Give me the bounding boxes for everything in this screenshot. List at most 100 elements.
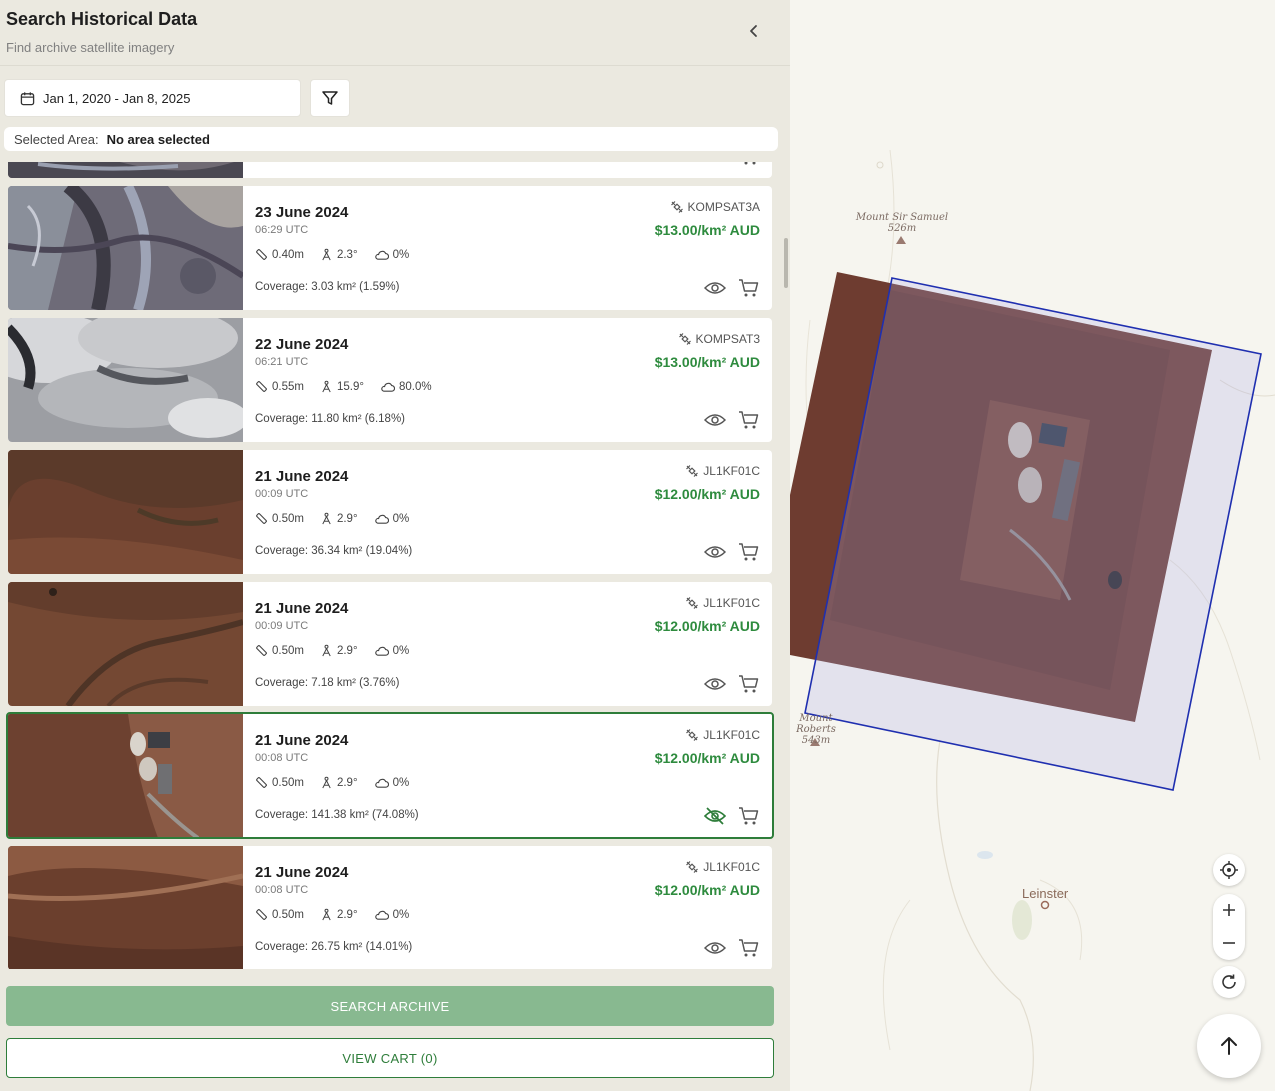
result-satellite: JL1KF01C	[685, 464, 760, 478]
result-time: 06:21 UTC	[255, 356, 309, 368]
search-panel: Search Historical Data Find archive sate…	[0, 0, 790, 1091]
toggle-visibility-button[interactable]	[703, 541, 727, 563]
satellite-name: JL1KF01C	[703, 860, 760, 874]
add-to-cart-button[interactable]	[737, 162, 761, 168]
result-angle: 2.9°	[336, 908, 358, 921]
satellite-icon	[686, 465, 699, 477]
result-thumbnail	[8, 846, 243, 969]
zoom-out-button[interactable]	[1213, 927, 1245, 959]
angle-icon	[322, 908, 331, 921]
panel-subtitle: Find archive satellite imagery	[6, 40, 175, 55]
result-angle: 2.9°	[336, 512, 358, 525]
result-thumbnail	[8, 162, 243, 178]
result-price: $12.00/km² AUD	[654, 882, 760, 898]
map-view[interactable]: Mount Sir Samuel 526m Mount Roberts 543m…	[790, 0, 1275, 1091]
result-date: 21 June 2024	[255, 732, 349, 749]
eye-icon	[704, 414, 726, 426]
satellite-icon	[678, 333, 691, 345]
result-resolution: 0.50m	[272, 908, 304, 921]
satellite-icon	[670, 201, 683, 213]
results-list[interactable]: 23 June 2024 06:29 UTC 0.40m 2.3° 0% Cov…	[0, 162, 790, 969]
view-cart-button[interactable]: VIEW CART (0)	[6, 1038, 774, 1078]
results-scrollbar[interactable]	[784, 238, 788, 288]
result-date: 21 June 2024	[255, 468, 349, 485]
result-angle: 2.9°	[336, 776, 358, 789]
locate-button[interactable]	[1213, 854, 1245, 886]
result-thumbnail	[8, 582, 243, 706]
ruler-icon	[256, 777, 267, 788]
eye-icon	[704, 282, 726, 294]
panel-title: Search Historical Data	[6, 9, 198, 29]
toggle-visibility-button[interactable]	[703, 277, 727, 299]
reset-view-button[interactable]	[1213, 966, 1245, 998]
ruler-icon	[256, 513, 267, 524]
search-archive-button[interactable]: SEARCH ARCHIVE	[6, 986, 774, 1026]
result-coverage: Coverage: 141.38 km² (74.08%)	[255, 809, 419, 821]
satellite-icon	[686, 597, 699, 609]
map-canvas[interactable]	[790, 0, 1275, 1091]
add-to-cart-button[interactable]	[737, 276, 761, 300]
ruler-icon	[256, 249, 267, 260]
collapse-panel-button[interactable]	[742, 19, 766, 43]
satellite-icon	[686, 729, 699, 741]
cloud-icon	[374, 910, 389, 920]
result-cloud: 0%	[392, 776, 410, 789]
result-cloud: 0%	[392, 908, 410, 921]
result-thumbnail	[8, 318, 243, 442]
result-card[interactable]: 22 June 2024 06:21 UTC 0.55m 15.9° 80.0%…	[8, 318, 772, 442]
zoom-in-button[interactable]	[1213, 894, 1245, 926]
angle-icon	[322, 248, 331, 261]
result-coverage: Coverage: 26.75 km² (14.01%)	[255, 941, 413, 953]
cart-icon	[739, 675, 759, 693]
result-coverage: Coverage: 3.03 km² (1.59%)	[255, 281, 400, 293]
result-date: 21 June 2024	[255, 864, 349, 881]
locate-icon	[1220, 861, 1238, 879]
map-label-mount-roberts: Mount Roberts 543m	[790, 713, 848, 746]
toggle-visibility-button[interactable]	[703, 805, 727, 827]
peak-elevation: 526m	[887, 223, 917, 234]
result-stats: 0.50m 2.9° 0%	[255, 908, 425, 921]
zoom-out-icon	[1223, 942, 1235, 944]
result-stats: 0.55m 15.9° 80.0%	[255, 380, 448, 393]
cloud-icon	[374, 250, 389, 260]
result-coverage: Coverage: 11.80 km² (6.18%)	[255, 413, 405, 425]
add-to-cart-button[interactable]	[737, 672, 761, 696]
chevron-left-icon	[750, 25, 757, 37]
result-angle: 15.9°	[336, 380, 364, 393]
result-thumbnail	[8, 186, 243, 310]
result-satellite: JL1KF01C	[685, 728, 760, 742]
result-angle: 2.9°	[336, 644, 358, 657]
result-cloud: 0%	[392, 248, 410, 261]
eye-off-icon	[704, 807, 726, 825]
ruler-icon	[256, 645, 267, 656]
result-angle: 2.3°	[336, 248, 358, 261]
date-range-picker[interactable]: Jan 1, 2020 - Jan 8, 2025	[4, 79, 301, 117]
toggle-visibility-button[interactable]	[703, 937, 727, 959]
cloud-icon	[381, 382, 395, 392]
result-card-partial[interactable]	[8, 162, 772, 178]
result-card[interactable]: 23 June 2024 06:29 UTC 0.40m 2.3° 0% Cov…	[8, 186, 772, 310]
angle-icon	[322, 380, 331, 393]
peak-name: Mount Sir Samuel	[855, 212, 949, 223]
cart-icon	[739, 411, 759, 429]
toggle-visibility-button[interactable]	[703, 409, 727, 431]
result-card-selected[interactable]: 21 June 2024 00:08 UTC 0.50m 2.9° 0% Cov…	[6, 712, 774, 839]
result-time: 00:08 UTC	[255, 884, 309, 896]
result-coverage: Coverage: 7.18 km² (3.76%)	[255, 677, 400, 689]
map-label-leinster: Leinster	[1022, 886, 1069, 901]
add-to-cart-button[interactable]	[737, 408, 761, 432]
add-to-cart-button[interactable]	[737, 540, 761, 564]
result-card[interactable]: 21 June 2024 00:09 UTC 0.50m 2.9° 0% Cov…	[8, 582, 772, 706]
result-card[interactable]: 21 June 2024 00:09 UTC 0.50m 2.9° 0% Cov…	[8, 450, 772, 574]
add-to-cart-button[interactable]	[737, 804, 761, 828]
add-to-cart-button[interactable]	[737, 936, 761, 960]
result-card[interactable]: 21 June 2024 00:08 UTC 0.50m 2.9° 0% Cov…	[8, 846, 772, 969]
result-stats: 0.50m 2.9° 0%	[255, 644, 425, 657]
result-date: 23 June 2024	[255, 204, 349, 221]
cart-icon	[739, 939, 759, 957]
toggle-visibility-button[interactable]	[703, 673, 727, 695]
arrow-up-icon	[1221, 1037, 1237, 1055]
result-thumbnail	[8, 714, 243, 837]
scroll-to-top-button[interactable]	[1197, 1014, 1261, 1078]
filter-button[interactable]	[310, 79, 350, 117]
